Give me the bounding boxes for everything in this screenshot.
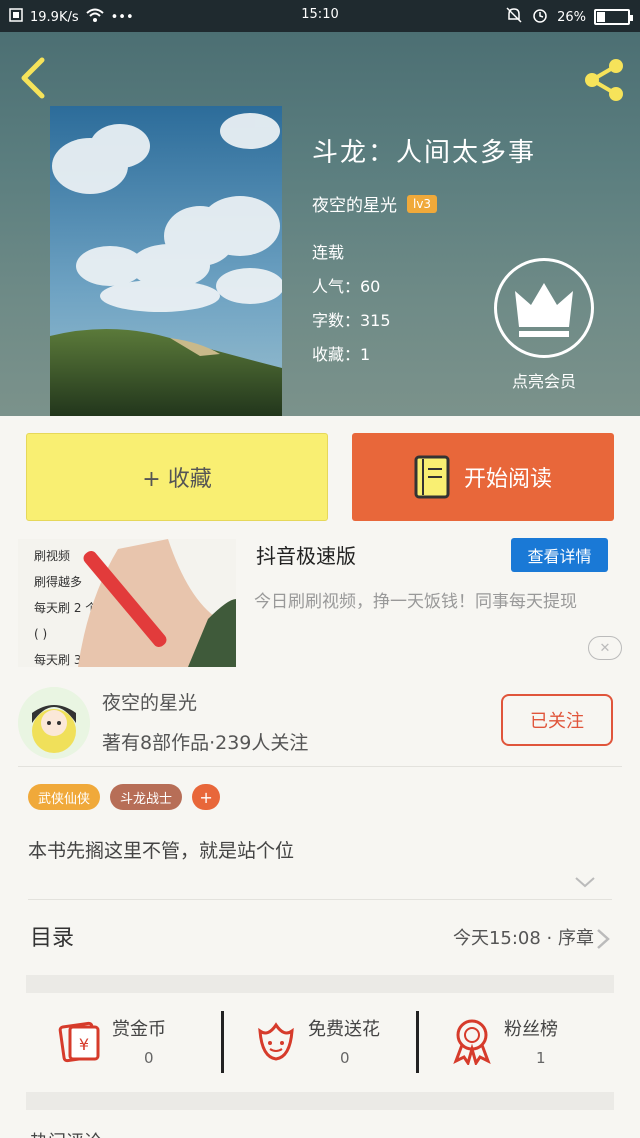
crown-icon xyxy=(515,283,573,337)
author-name[interactable]: 夜空的星光 xyxy=(102,688,197,715)
fan-ranking-button[interactable]: 粉丝榜 1 xyxy=(418,1001,614,1081)
divider xyxy=(18,766,622,767)
separator xyxy=(221,1011,224,1073)
ad-close-button[interactable]: ✕ xyxy=(588,636,622,660)
fan-ranking-label: 粉丝榜 xyxy=(504,1019,558,1040)
follow-button[interactable]: 已关注 xyxy=(501,694,613,746)
svg-text:¥: ¥ xyxy=(79,1035,89,1054)
share-icon xyxy=(585,59,623,101)
avatar-image xyxy=(18,687,90,759)
fan-ranking-value: 1 xyxy=(536,1049,546,1067)
divider xyxy=(28,899,612,900)
reward-coin-label: 赏金币 xyxy=(112,1019,166,1040)
section-gap xyxy=(26,975,614,993)
favorite-button[interactable]: + 收藏 xyxy=(26,433,328,521)
mute-icon xyxy=(505,6,523,28)
ad-thumbnail[interactable]: 刷视频 刷得越多 每天刷 2 个( ) 每天刷 3 个小 xyxy=(18,539,236,667)
comments-heading: 热门评论 xyxy=(30,1128,102,1138)
status-bar: 19.9K/s ••• 15:10 26% xyxy=(0,0,640,32)
close-icon: ✕ xyxy=(599,640,611,656)
reward-coin-value: 0 xyxy=(144,1049,154,1067)
ad-description: 今日刷刷视频，挣一天饭钱！同事每天提现 xyxy=(254,592,577,612)
start-reading-label: 开始阅读 xyxy=(463,467,552,492)
book-cover[interactable] xyxy=(50,106,282,416)
favorite-label: + 收藏 xyxy=(142,467,212,492)
book-description: 本书先搁这里不管，就是站个位 xyxy=(28,840,295,862)
start-reading-button[interactable]: 开始阅读 xyxy=(352,433,614,521)
back-button[interactable] xyxy=(14,54,54,102)
vip-label: 点亮会员 xyxy=(511,372,576,391)
chevron-right-icon xyxy=(596,928,610,950)
follow-label: 已关注 xyxy=(530,711,584,732)
tag-category[interactable]: 斗龙战士 xyxy=(110,784,183,810)
toc-latest-chapter: 今天15:08 · 序章 xyxy=(452,928,594,949)
chevron-down-icon xyxy=(575,877,595,888)
share-button[interactable] xyxy=(578,54,630,106)
hand-image xyxy=(78,539,236,667)
author-stats: 著有8部作品·239人关注 xyxy=(102,732,309,754)
free-flower-button[interactable]: 免费送花 0 xyxy=(222,1001,418,1081)
toc-label: 目录 xyxy=(30,926,75,951)
back-arrow-icon xyxy=(21,57,45,99)
flower-icon xyxy=(252,1017,300,1065)
section-gap xyxy=(26,1092,614,1110)
vip-button[interactable] xyxy=(494,258,594,358)
author-link[interactable]: 夜空的星光 xyxy=(312,191,397,216)
alarm-icon xyxy=(531,6,549,28)
separator xyxy=(416,1011,419,1073)
coin-icon: ¥ xyxy=(56,1017,104,1065)
level-badge: lv3 xyxy=(407,194,438,213)
add-tag-button[interactable]: + xyxy=(192,784,221,810)
cover-image xyxy=(50,106,282,416)
battery-icon xyxy=(594,9,633,25)
medal-icon xyxy=(448,1017,496,1067)
ad-detail-label: 查看详情 xyxy=(527,547,592,566)
battery-percent: 26% xyxy=(557,9,586,25)
book-icon xyxy=(414,455,450,499)
free-flower-value: 0 xyxy=(340,1049,350,1067)
author-avatar[interactable] xyxy=(18,687,90,759)
expand-button[interactable] xyxy=(574,874,596,890)
stats-bar: ¥ 赏金币 0 免费送花 0 粉丝榜 1 xyxy=(26,1001,614,1081)
ad-title: 抖音极速版 xyxy=(256,544,356,568)
book-title: 斗龙：人间太多事 xyxy=(312,138,537,168)
tag-list: 武侠仙侠 斗龙战士 + xyxy=(28,784,221,810)
tag-genre[interactable]: 武侠仙侠 xyxy=(28,784,101,810)
book-header: 斗龙：人间太多事 夜空的星光 lv3 连载 人气：60 字数：315 收藏：1 … xyxy=(0,32,640,416)
ad-detail-button[interactable]: 查看详情 xyxy=(511,538,608,572)
reward-coin-button[interactable]: ¥ 赏金币 0 xyxy=(26,1001,222,1081)
free-flower-label: 免费送花 xyxy=(308,1019,380,1040)
